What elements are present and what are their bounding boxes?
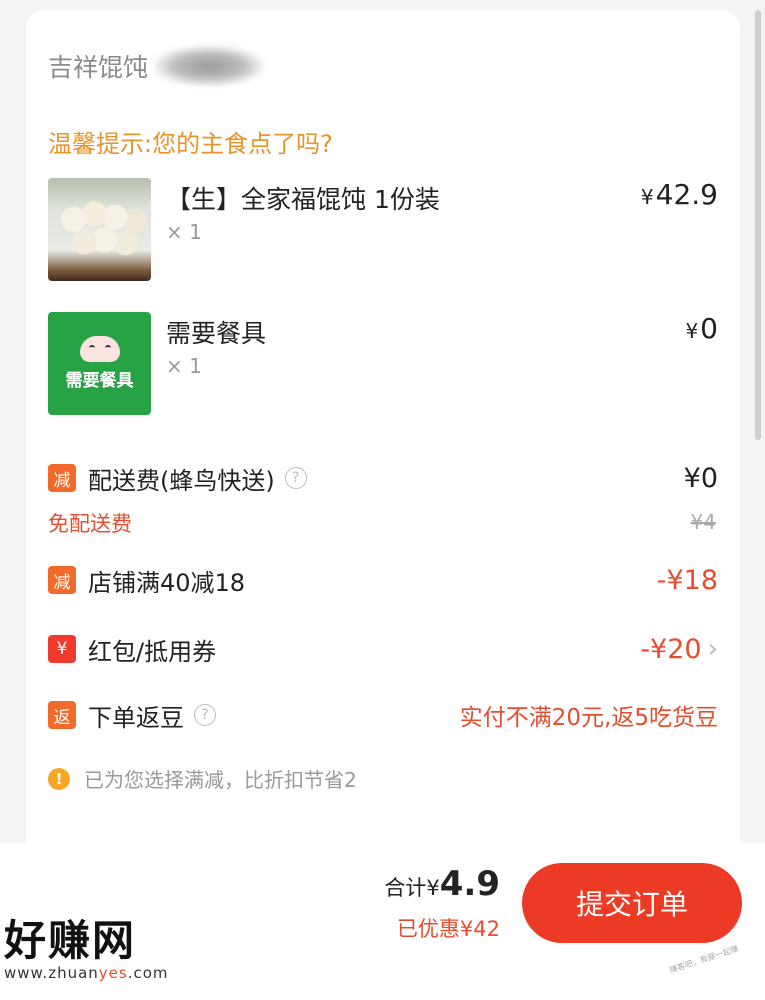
help-icon[interactable]: ? (284, 467, 307, 489)
item-price: ¥42.9 (641, 178, 718, 211)
coupon-row[interactable]: ¥ 红包/抵用券 -¥20 › (48, 629, 718, 669)
redacted-blur (154, 46, 265, 86)
watermark-url-part: www.zhuan (4, 964, 99, 982)
savings-notice-text: 已为您选择满减，比折扣节省2 (84, 768, 357, 792)
warning-icon: ! (48, 767, 70, 790)
store-name: 吉祥馄饨 (48, 53, 149, 82)
shop-discount-value: -¥18 (656, 564, 718, 596)
item-price-value: 42.9 (655, 178, 718, 211)
mascot-icon (79, 336, 120, 362)
shop-discount-row: 减 店铺满40减18 -¥18 (48, 560, 718, 600)
item-name: 【生】全家福馄饨 1份装 (166, 185, 440, 214)
delivery-fee-row: 减 配送费(蜂鸟快送) ? ¥0 (48, 458, 718, 498)
tableware-thumbnail: 需要餐具 (48, 312, 151, 415)
site-watermark: 好赚网 www.zhuanyes.com (4, 916, 169, 983)
coupon-label: 红包/抵用券 (88, 637, 217, 666)
original-delivery-fee: ¥4 (690, 510, 716, 534)
coupon-value-wrap: -¥20 › (640, 634, 718, 665)
item-price-value: 0 (700, 312, 718, 345)
wonton-thumbnail (48, 178, 151, 281)
shop-discount-label: 店铺满40减18 (88, 568, 246, 597)
watermark-url: www.zhuanyes.com (4, 964, 169, 982)
reminder-tip: 温馨提示:您的主食点了吗? (48, 130, 333, 158)
free-delivery-label: 免配送费 (48, 512, 132, 536)
watermark-url-highlight: yes (98, 964, 128, 982)
coupon-value: -¥20 (640, 633, 702, 665)
rebate-label: 下单返豆 (88, 703, 184, 732)
rebate-tag-icon: 返 (48, 701, 76, 729)
rebate-value: 实付不满20元,返5吃货豆 (459, 705, 718, 731)
watermark-title: 好赚网 (4, 916, 137, 965)
rebate-row: 返 下单返豆 ? 实付不满20元,返5吃货豆 (48, 695, 718, 735)
scrollbar[interactable] (755, 10, 761, 440)
total-value: 4.9 (439, 864, 500, 904)
cart-item[interactable]: 【生】全家福馄饨 1份装 × 1 ¥42.9 (48, 178, 718, 282)
delivery-fee-value: ¥0 (683, 462, 718, 494)
chevron-right-icon: › (707, 634, 718, 664)
discount-tag-icon: 减 (48, 464, 76, 492)
yen-sign: ¥ (640, 185, 654, 209)
yen-sign: ¥ (685, 319, 699, 343)
submit-order-button[interactable]: 提交订单 (522, 863, 742, 943)
discount-tag-icon: 减 (48, 566, 76, 594)
saved-amount: 已优惠¥42 (396, 917, 500, 941)
store-header[interactable]: 吉祥馄饨 (48, 46, 265, 86)
total-label: 合计¥ (384, 876, 440, 900)
coupon-tag-icon: ¥ (48, 635, 76, 663)
help-icon[interactable]: ? (194, 704, 216, 726)
order-card: 吉祥馄饨 温馨提示:您的主食点了吗? 【生】全家福馄饨 1份装 × 1 ¥42.… (26, 10, 740, 860)
savings-notice: ! 已为您选择满减，比折扣节省2 (48, 764, 357, 793)
delivery-fee-label: 配送费(蜂鸟快送) (88, 466, 275, 495)
tableware-thumb-label: 需要餐具 (65, 371, 134, 391)
item-quantity: × 1 (166, 220, 202, 244)
item-quantity: × 1 (166, 354, 202, 378)
item-price: ¥0 (685, 312, 718, 345)
item-name: 需要餐具 (166, 319, 267, 348)
cart-item[interactable]: 需要餐具 需要餐具 × 1 ¥0 (48, 312, 718, 416)
watermark-url-part: .com (127, 964, 169, 982)
order-total: 合计¥ 4.9 (384, 864, 500, 904)
